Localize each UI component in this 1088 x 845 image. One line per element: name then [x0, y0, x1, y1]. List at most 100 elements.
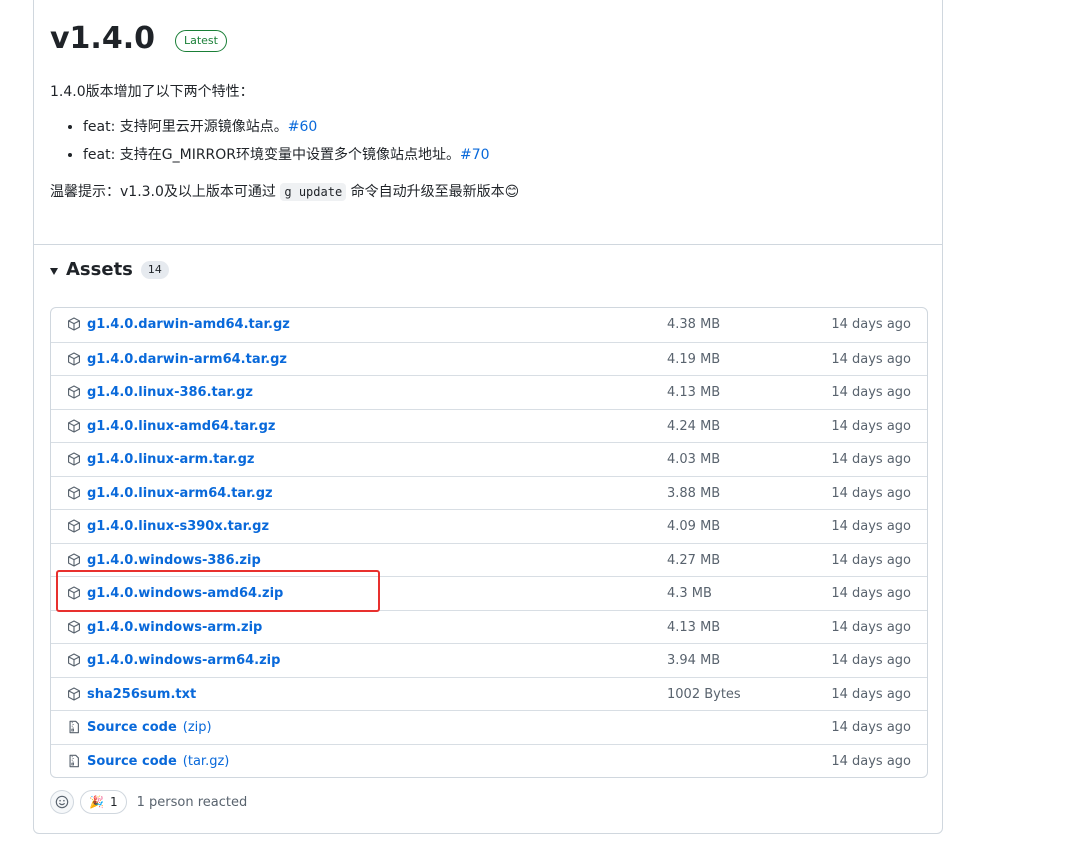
package-icon [67, 552, 81, 567]
asset-row: g1.4.0.windows-386.zip 4.27 MB 14 days ago [51, 542, 927, 577]
package-icon [67, 586, 81, 600]
asset-name: Source code [87, 720, 177, 735]
asset-name: g1.4.0.linux-386.tar.gz [87, 385, 253, 400]
update-command: g update [280, 183, 347, 201]
asset-row: sha256sum.txt 1002 Bytes 14 days ago [51, 676, 927, 711]
title-row: v1.4.0 Latest [50, 21, 227, 57]
release-title[interactable]: v1.4.0 [50, 21, 155, 57]
asset-date: 14 days ago [831, 317, 911, 332]
asset-size: 4.03 MB [667, 452, 721, 467]
tada-reaction-button[interactable]: 🎉 1 [80, 790, 127, 814]
asset-download-link[interactable]: sha256sum.txt [87, 686, 196, 704]
asset-download-link[interactable]: Source code (zip) [87, 719, 212, 737]
asset-row: g1.4.0.linux-s390x.tar.gz 4.09 MB 14 days … [51, 509, 927, 543]
asset-download-link[interactable]: g1.4.0.linux-386.tar.gz [87, 384, 253, 402]
asset-name: g1.4.0.windows-arm.zip [87, 619, 263, 635]
package-icon [67, 653, 81, 667]
asset-size: 1002 Bytes [667, 686, 741, 702]
asset-row: g1.4.0.linux-arm.tar.gz 4.03 MB 14 days ag… [51, 442, 927, 476]
tip-text-before: 温馨提示：v1.3.0及以上版本可通过 [50, 184, 276, 200]
asset-date: 14 days ago [831, 351, 911, 367]
asset-date: 14 days ago [831, 753, 911, 769]
asset-date: 14 days ago [831, 519, 911, 534]
section-divider [34, 244, 942, 245]
asset-date: 14 days ago [831, 653, 911, 668]
add-reaction-button[interactable] [50, 790, 74, 814]
asset-name: g1.4.0.darwin-arm64.tar.gz [87, 351, 287, 367]
package-icon [67, 351, 81, 366]
asset-row: g1.4.0.windows-arm64.zip 3.94 MB 14 days a… [51, 643, 927, 677]
issue-link[interactable]: #60 [288, 119, 318, 135]
asset-download-link[interactable]: g1.4.0.linux-amd64.tar.gz [87, 418, 275, 436]
asset-size: 4.24 MB [667, 418, 721, 434]
asset-name: g1.4.0.windows-arm64.zip [87, 653, 281, 668]
asset-date: 14 days ago [831, 385, 911, 400]
release-intro: 1.4.0版本增加了以下两个特性： [50, 84, 254, 100]
assets-count: 14 [140, 261, 169, 279]
asset-size: 4.3 MB [667, 586, 712, 601]
smiley-icon [55, 795, 69, 809]
asset-size: 4.09 MB [667, 519, 721, 534]
latest-badge: Latest [174, 30, 227, 52]
assets-list: g1.4.0.darwin-amd64.tar.gz 4.38 MB 14 days… [50, 307, 928, 778]
feature-text: feat: 支持在G_MIRROR环境变量中设置多个镜像站点地址。 [83, 147, 461, 163]
asset-row: g1.4.0.linux-386.tar.gz 4.13 MB 14 days ag… [51, 375, 927, 409]
asset-size: 3.88 MB [667, 485, 721, 501]
asset-download-link[interactable]: g1.4.0.darwin-amd64.tar.gz [87, 316, 290, 334]
asset-size: 4.19 MB [667, 351, 721, 367]
package-icon [67, 619, 81, 634]
asset-row: g1.4.0.darwin-amd64.tar.gz 4.38 MB 14 days… [51, 308, 927, 342]
asset-name: g1.4.0.darwin-amd64.tar.gz [87, 317, 290, 332]
asset-name: g1.4.0.linux-arm.tar.gz [87, 452, 255, 467]
asset-name: Source code [87, 753, 177, 769]
asset-name: g1.4.0.linux-amd64.tar.gz [87, 418, 276, 434]
asset-size: 4.38 MB [667, 317, 721, 332]
asset-download-link[interactable]: g1.4.0.linux-arm.tar.gz [87, 451, 254, 469]
asset-row: g1.4.0.darwin-arm64.tar.gz 4.19 MB 14 days… [51, 341, 927, 376]
asset-date: 14 days ago [831, 452, 911, 467]
asset-name: g1.4.0.windows-amd64.zip [87, 586, 284, 601]
asset-download-link[interactable]: g1.4.0.linux-s390x.tar.gz [87, 518, 269, 536]
package-icon [67, 418, 81, 433]
issue-link[interactable]: #70 [460, 147, 490, 163]
asset-date: 14 days ago [831, 485, 911, 501]
asset-download-link[interactable]: g1.4.0.windows-amd64.zip [87, 585, 283, 603]
asset-name: sha256sum.txt [87, 686, 197, 702]
asset-download-link[interactable]: Source code (tar.gz) [87, 753, 229, 771]
asset-download-link[interactable]: g1.4.0.linux-arm64.tar.gz [87, 485, 273, 503]
upgrade-tip: 温馨提示：v1.3.0及以上版本可通过 g update 命令自动升级至最新版本… [50, 182, 519, 202]
asset-name: g1.4.0.windows-386.zip [87, 552, 261, 568]
asset-download-link[interactable]: g1.4.0.windows-386.zip [87, 552, 261, 570]
asset-row: Source code (zip) 14 days ago [51, 710, 927, 744]
feature-list: feat: 支持阿里云开源镜像站点。#60 feat: 支持在G_MIRROR环… [50, 117, 490, 173]
file-zip-icon [67, 720, 81, 734]
asset-name: g1.4.0.linux-s390x.tar.gz [87, 519, 270, 534]
package-icon [67, 385, 81, 399]
asset-date: 14 days ago [831, 586, 911, 601]
smile-emoji: 😊 [504, 184, 520, 200]
reaction-count: 1 [109, 795, 118, 809]
asset-date: 14 days ago [831, 418, 911, 434]
caret-down-icon [50, 267, 58, 275]
asset-row: Source code (tar.gz) 14 days ago [51, 743, 927, 778]
asset-download-link[interactable]: g1.4.0.darwin-arm64.tar.gz [87, 351, 287, 369]
asset-download-link[interactable]: g1.4.0.windows-arm.zip [87, 619, 262, 637]
asset-row: g1.4.0.linux-amd64.tar.gz 4.24 MB 14 days … [51, 408, 927, 443]
asset-date: 14 days ago [831, 720, 911, 735]
assets-toggle[interactable]: Assets 14 [50, 258, 169, 282]
reaction-summary: 1 person reacted [136, 794, 248, 810]
tada-emoji: 🎉 [89, 795, 104, 809]
list-item: feat: 支持在G_MIRROR环境变量中设置多个镜像站点地址。#70 [83, 145, 490, 165]
release-card: v1.4.0 Latest 1.4.0版本增加了以下两个特性： feat: 支持… [33, 0, 943, 834]
asset-download-link[interactable]: g1.4.0.windows-arm64.zip [87, 652, 280, 670]
asset-size: 4.13 MB [667, 619, 721, 635]
assets-title: Assets [66, 259, 133, 280]
reactions-bar: 🎉 1 1 person reacted [50, 790, 247, 814]
asset-row: g1.4.0.windows-arm.zip 4.13 MB 14 days ago [51, 609, 927, 644]
asset-name: g1.4.0.linux-arm64.tar.gz [87, 485, 273, 501]
asset-size: 4.13 MB [667, 385, 721, 400]
asset-row: g1.4.0.windows-amd64.zip 4.3 MB 14 days ag… [51, 576, 927, 610]
package-icon [67, 519, 81, 533]
asset-row: g1.4.0.linux-arm64.tar.gz 3.88 MB 14 days … [51, 475, 927, 510]
asset-format: (zip) [182, 720, 212, 735]
